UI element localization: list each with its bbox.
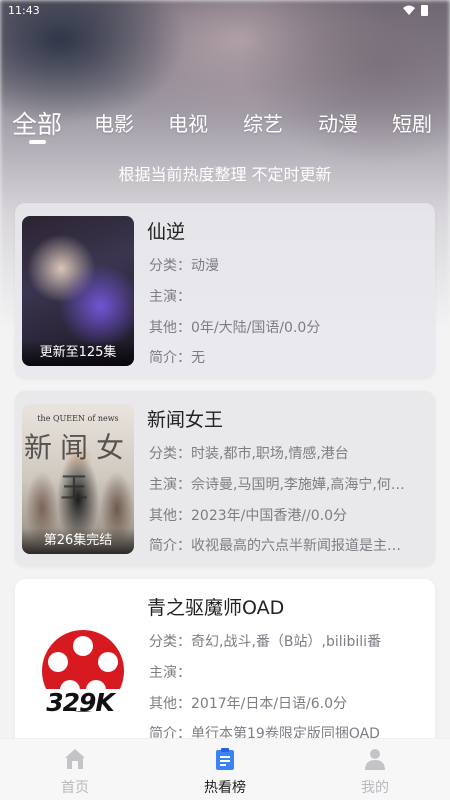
nav-home[interactable]: 首页	[0, 739, 150, 800]
active-tab-indicator	[29, 140, 46, 144]
poster-image[interactable]: 更新至125集	[22, 216, 134, 366]
list-item[interactable]: 329K 青之驱魔师OAD 分类：奇幻,战斗,番（B站）,bilibili番 主…	[15, 579, 435, 754]
nav-home-label: 首页	[61, 780, 89, 796]
tab-movie[interactable]: 电影	[94, 108, 134, 137]
item-category: 分类：动漫	[149, 258, 219, 274]
item-intro: 简介：收视最高的六点半新闻报道是主…	[149, 538, 401, 554]
item-cast: 主演：	[149, 665, 191, 681]
tab-short-drama[interactable]: 短剧	[392, 108, 432, 137]
nav-profile-label: 我的	[361, 780, 389, 796]
poster-text: 新闻女王	[23, 431, 132, 504]
battery-icon	[421, 4, 428, 16]
status-time: 11:43	[8, 3, 40, 17]
item-title[interactable]: 新闻女王	[147, 405, 223, 432]
nav-hot-list[interactable]: 热看榜	[150, 739, 300, 800]
clipboard-icon	[216, 748, 234, 770]
item-intro: 简介：无	[149, 350, 205, 366]
poster-image[interactable]: 329K	[22, 592, 134, 742]
tab-tv[interactable]: 电视	[168, 108, 208, 137]
status-bar: 11:43	[0, 0, 450, 20]
poster-subtext: the QUEEN of news	[37, 414, 119, 423]
item-other: 其他：0年/大陆/国语/0.0分	[149, 320, 321, 336]
poster-caption: 第26集完结	[22, 528, 134, 554]
list-item[interactable]: the QUEEN of news 新闻女王 第26集完结 新闻女王 分类：时装…	[15, 391, 435, 566]
item-category: 分类：奇幻,战斗,番（B站）,bilibili番	[149, 634, 382, 650]
item-title[interactable]: 青之驱魔师OAD	[147, 593, 284, 620]
nav-hot-list-label: 热看榜	[204, 780, 246, 796]
status-icons	[403, 4, 428, 16]
poster-image[interactable]: the QUEEN of news 新闻女王 第26集完结	[22, 404, 134, 554]
item-cast: 主演：佘诗曼,马国明,李施嬅,高海宁,何…	[149, 477, 405, 493]
nav-profile[interactable]: 我的	[300, 739, 450, 800]
item-title[interactable]: 仙逆	[147, 217, 185, 244]
tab-variety[interactable]: 综艺	[243, 108, 283, 137]
tab-anime[interactable]: 动漫	[318, 108, 358, 137]
poster-brand: 329K	[46, 688, 115, 717]
ranking-subtitle: 根据当前热度整理 不定时更新	[118, 165, 332, 184]
poster-caption: 更新至125集	[22, 340, 134, 366]
tab-all[interactable]: 全部	[12, 105, 62, 141]
item-other: 其他：2017年/日本/日语/6.0分	[149, 696, 348, 712]
item-category: 分类：时装,都市,职场,情感,港台	[149, 446, 349, 462]
bottom-navigation: 首页 热看榜 我的	[0, 738, 450, 800]
user-icon	[365, 749, 385, 770]
item-other: 其他：2023年/中国香港//0.0分	[149, 508, 348, 524]
item-cast: 主演：	[149, 289, 191, 305]
list-item[interactable]: 更新至125集 仙逆 分类：动漫 主演： 其他：0年/大陆/国语/0.0分 简介…	[15, 203, 435, 378]
home-icon	[65, 749, 85, 769]
category-tabs: 全部 电影 电视 综艺 动漫 短剧	[0, 100, 450, 150]
wifi-icon	[403, 5, 415, 15]
